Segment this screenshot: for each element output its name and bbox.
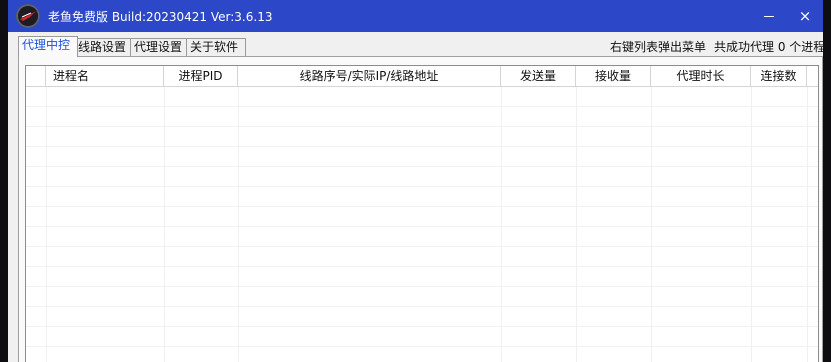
empty-row — [26, 87, 818, 107]
table-header: 进程名 进程PID 线路序号/实际IP/线路地址 发送量 接收量 代理时长 连接… — [26, 66, 818, 87]
column-guide — [651, 87, 652, 362]
tab-about[interactable]: 关于软件 — [186, 38, 246, 56]
column-header-received[interactable]: 接收量 — [576, 66, 651, 86]
context-menu-hint: 右键列表弹出菜单 — [610, 40, 707, 54]
column-header-route[interactable]: 线路序号/实际IP/线路地址 — [238, 66, 501, 86]
minimize-icon — [764, 16, 774, 17]
column-header-pid[interactable]: 进程PID — [164, 66, 238, 86]
column-header-process-name[interactable]: 进程名 — [46, 66, 164, 86]
column-guide — [501, 87, 502, 362]
table-body[interactable] — [26, 87, 818, 362]
window-title: 老鱼免费版 Build:20230421 Ver:3.6.13 — [48, 10, 273, 24]
process-list[interactable]: 进程名 进程PID 线路序号/实际IP/线路地址 发送量 接收量 代理时长 连接… — [25, 65, 819, 362]
column-guide — [238, 87, 239, 362]
empty-row — [26, 347, 818, 362]
column-header-selector[interactable] — [26, 66, 46, 86]
column-header-sent[interactable]: 发送量 — [501, 66, 576, 86]
tab-route-settings[interactable]: 线路设置 — [74, 38, 134, 56]
column-guide — [751, 87, 752, 362]
column-guide — [576, 87, 577, 362]
app-window: 老鱼免费版 Build:20230421 Ver:3.6.13 × 代理中控 线… — [8, 0, 823, 362]
empty-row — [26, 147, 818, 167]
close-button[interactable]: × — [794, 6, 816, 26]
empty-row — [26, 267, 818, 287]
empty-row — [26, 247, 818, 267]
column-header-connections[interactable]: 连接数 — [751, 66, 807, 86]
tab-proxy-settings[interactable]: 代理设置 — [130, 38, 190, 56]
empty-row — [26, 207, 818, 227]
empty-row — [26, 127, 818, 147]
column-guide — [46, 87, 47, 362]
title-bar[interactable]: 老鱼免费版 Build:20230421 Ver:3.6.13 × — [8, 0, 823, 32]
tab-panel-proxy-control: 进程名 进程PID 线路序号/实际IP/线路地址 发送量 接收量 代理时长 连接… — [18, 56, 823, 362]
empty-row — [26, 307, 818, 327]
empty-row — [26, 287, 818, 307]
fish-logo-icon — [16, 4, 40, 28]
column-guide — [807, 87, 808, 362]
empty-row — [26, 187, 818, 207]
empty-row — [26, 327, 818, 347]
empty-row — [26, 107, 818, 127]
proxy-count-status: 共成功代理 0 个进程 — [714, 40, 823, 54]
tab-proxy-control[interactable]: 代理中控 — [18, 36, 78, 57]
empty-row — [26, 227, 818, 247]
column-guide — [164, 87, 165, 362]
empty-row — [26, 167, 818, 187]
minimize-button[interactable] — [758, 6, 780, 26]
column-header-duration[interactable]: 代理时长 — [651, 66, 751, 86]
